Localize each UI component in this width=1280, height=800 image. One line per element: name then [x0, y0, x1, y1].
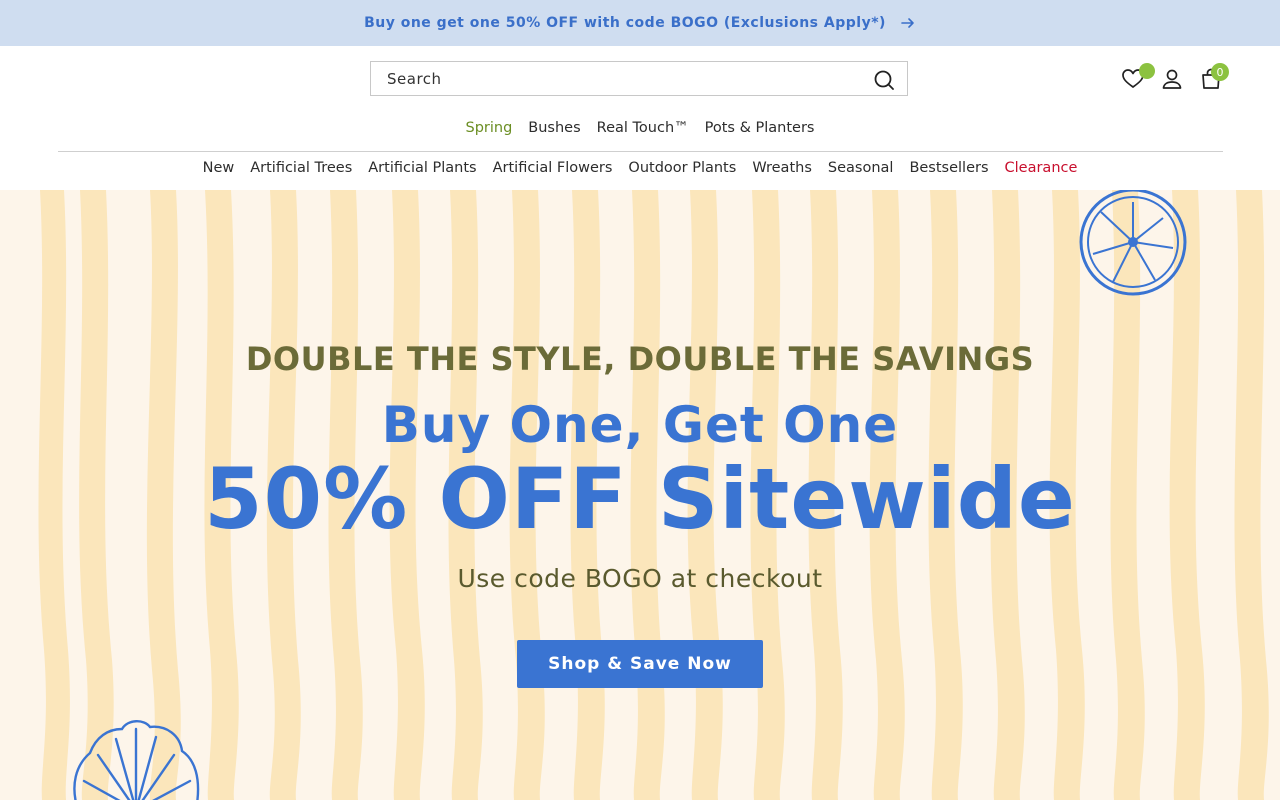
- nav-divider: [58, 151, 1223, 152]
- nav-link-seasonal[interactable]: Seasonal: [828, 160, 894, 176]
- nav-link-artificial-trees[interactable]: Artificial Trees: [250, 160, 352, 176]
- search-icon[interactable]: [873, 69, 895, 91]
- cart-count-badge: 0: [1211, 63, 1229, 81]
- nav-link-clearance[interactable]: Clearance: [1005, 160, 1078, 176]
- secondary-nav: Spring Bushes Real Touch™ Pots & Planter…: [0, 120, 1280, 136]
- nav-link-pots-planters[interactable]: Pots & Planters: [705, 120, 815, 136]
- hero-eyebrow: DOUBLE THE STYLE, DOUBLE THE SAVINGS: [245, 340, 1035, 378]
- nav-link-artificial-plants[interactable]: Artificial Plants: [368, 160, 476, 176]
- nav-link-wreaths[interactable]: Wreaths: [752, 160, 812, 176]
- nav-link-bushes[interactable]: Bushes: [528, 120, 580, 136]
- nav-link-real-touch[interactable]: Real Touch™: [597, 120, 689, 136]
- header-icons: 0: [1118, 63, 1229, 96]
- promo-banner[interactable]: Buy one get one 50% OFF with code BOGO (…: [0, 0, 1280, 46]
- nav-link-new[interactable]: New: [203, 160, 235, 176]
- nav-link-bestsellers[interactable]: Bestsellers: [909, 160, 988, 176]
- account-button[interactable]: [1157, 64, 1187, 94]
- search-input[interactable]: [371, 62, 907, 95]
- shop-save-now-button[interactable]: Shop & Save Now: [517, 640, 763, 688]
- main-nav: New Artificial Trees Artificial Plants A…: [0, 160, 1280, 176]
- promo-text[interactable]: Buy one get one 50% OFF with code BOGO (…: [364, 15, 886, 31]
- search-box: [370, 61, 908, 96]
- hero-banner: DOUBLE THE STYLE, DOUBLE THE SAVINGS Buy…: [0, 190, 1280, 800]
- wishlist-indicator: [1139, 63, 1155, 79]
- hero-offer: 50% OFF Sitewide: [204, 450, 1076, 548]
- nav-link-outdoor-plants[interactable]: Outdoor Plants: [628, 160, 736, 176]
- arrow-right-icon: [901, 18, 914, 28]
- hero-headline: Buy One, Get One: [381, 396, 899, 454]
- hero-content: DOUBLE THE STYLE, DOUBLE THE SAVINGS Buy…: [0, 190, 1280, 800]
- hero-code-text: Use code BOGO at checkout: [457, 564, 823, 593]
- user-icon: [1162, 69, 1182, 89]
- nav-link-spring[interactable]: Spring: [466, 120, 513, 136]
- nav-link-artificial-flowers[interactable]: Artificial Flowers: [493, 160, 613, 176]
